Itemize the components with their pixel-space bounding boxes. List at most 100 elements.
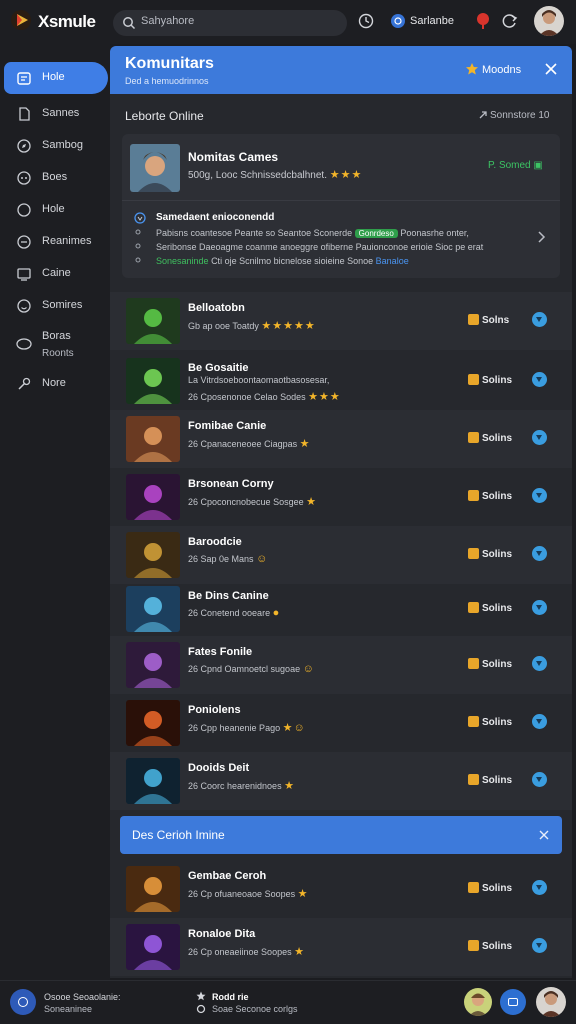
player-count-text: Solns bbox=[482, 315, 510, 326]
expand-icon[interactable] bbox=[532, 880, 547, 895]
game-row[interactable]: Fates Fonile 26 Cpnd Oamnoetcl sugoae ☺ So… bbox=[110, 636, 572, 694]
close-icon[interactable] bbox=[538, 829, 550, 841]
circle-small-icon bbox=[196, 1004, 206, 1014]
expand-icon[interactable] bbox=[532, 312, 547, 327]
expand-icon[interactable] bbox=[532, 372, 547, 387]
section-link[interactable]: Sonnstore 10 bbox=[490, 110, 550, 121]
game-subtitle-text: 26 Cpnd Oamnoetcl sugoae bbox=[188, 664, 301, 674]
chat-icon bbox=[17, 235, 31, 249]
expand-icon[interactable] bbox=[532, 714, 547, 729]
sidebar-item-label: Sannes bbox=[42, 107, 80, 119]
rating-stars: ★★★ bbox=[308, 391, 341, 403]
star-small-icon bbox=[196, 991, 206, 1001]
chat-button[interactable] bbox=[500, 989, 526, 1015]
sidebar-item-caine[interactable]: Caine bbox=[4, 258, 108, 290]
sidebar-item-reanimes[interactable]: Reanimes bbox=[4, 226, 108, 258]
game-row[interactable]: Be Gosaitie La Vitrdsoeboontaomaotbasoses… bbox=[110, 352, 572, 410]
bottom-status-label: Osooe Seoaolanie: bbox=[44, 992, 121, 1002]
rating-stars: ☺ bbox=[302, 663, 315, 675]
player-count: Solins bbox=[468, 940, 512, 952]
expand-icon[interactable] bbox=[532, 600, 547, 615]
game-thumbnail bbox=[126, 298, 180, 344]
home-icon bbox=[17, 72, 31, 85]
trophy-icon bbox=[468, 490, 479, 501]
expand-icon[interactable] bbox=[532, 656, 547, 671]
trophy-icon bbox=[468, 774, 479, 785]
sidebar-item-home[interactable]: Hole bbox=[4, 62, 108, 94]
sidebar-item-boes[interactable]: Boes bbox=[4, 162, 108, 194]
game-row[interactable]: Belloatobn Gb ap ooe Toatdy ★★★★★ Solns bbox=[110, 292, 572, 350]
ring-icon bbox=[16, 338, 32, 350]
featured-game-thumbnail bbox=[130, 144, 180, 192]
sidebar-item-label: Nore bbox=[42, 377, 66, 389]
close-icon[interactable] bbox=[544, 62, 558, 76]
divider bbox=[122, 200, 560, 201]
user-avatar[interactable] bbox=[534, 6, 564, 36]
game-row[interactable]: Dooids Deit 26 Coorc hearenidnoes ★ Solins bbox=[110, 752, 572, 810]
notice-line: Seribonse Daeoagme coanme anoeggre ofibe… bbox=[156, 242, 484, 252]
sidebar-item-sannes[interactable]: Sannes bbox=[4, 98, 108, 130]
player-count: Solns bbox=[468, 314, 509, 326]
trophy-icon bbox=[468, 432, 479, 443]
game-subtitle-text: La Vitrdsoeboontaomaotbasosesar, bbox=[188, 375, 330, 385]
game-title: Belloatobn bbox=[188, 302, 245, 314]
play-logo-icon[interactable] bbox=[10, 9, 32, 31]
game-subtitle: 26 Cpp heanenie Pago ★☺ bbox=[188, 721, 306, 734]
trophy-icon bbox=[468, 658, 479, 669]
game-subtitle-text: 26 Coorc hearenidnoes bbox=[188, 781, 282, 791]
info-banner[interactable]: Des Cerioh Imine bbox=[120, 816, 562, 854]
expand-icon[interactable] bbox=[532, 488, 547, 503]
history-icon[interactable] bbox=[356, 11, 376, 31]
trophy-icon bbox=[468, 548, 479, 559]
language-icon[interactable] bbox=[388, 11, 408, 31]
smile-icon bbox=[17, 299, 31, 313]
sidebar-item-hole[interactable]: Hole bbox=[4, 194, 108, 226]
search-input[interactable]: Sahyahore bbox=[141, 15, 194, 27]
game-row[interactable]: Brsonean Corny 26 Cpoconcnobecue Sosgee ★… bbox=[110, 468, 572, 526]
rating-stars: ★★★ bbox=[329, 169, 363, 181]
player-count-text: Solins bbox=[482, 941, 513, 952]
sidebar-item-sambog[interactable]: Sambog bbox=[4, 130, 108, 162]
sidebar-item-boras[interactable]: Boras Roonts bbox=[4, 324, 108, 364]
star-icon bbox=[466, 63, 478, 75]
rating-stars: ★ bbox=[294, 946, 305, 958]
sidebar-item-somires[interactable]: Somires bbox=[4, 290, 108, 322]
player-count-text: Solins bbox=[482, 491, 513, 502]
notification-pin-icon[interactable] bbox=[473, 11, 493, 31]
game-row[interactable]: Poniolens 26 Cpp heanenie Pago ★☺ Solins bbox=[110, 694, 572, 752]
user-avatar[interactable] bbox=[536, 987, 566, 1017]
player-count: Solins bbox=[468, 716, 512, 728]
game-row[interactable]: Ronaloe Dita 26 Cp oneaeiinoe Soopes ★ Sol… bbox=[110, 918, 572, 976]
player-count-text: Solins bbox=[482, 717, 513, 728]
expand-icon[interactable] bbox=[532, 938, 547, 953]
game-row[interactable]: Gembae Ceroh 26 Cp ofuaneoaoe Soopes ★ Sol… bbox=[110, 860, 572, 918]
friend-avatar[interactable] bbox=[464, 988, 492, 1016]
expand-icon[interactable] bbox=[532, 772, 547, 787]
game-row[interactable]: Fomibae Canie 26 Cpanaceneoee Ciagpas ★ So… bbox=[110, 410, 572, 468]
game-thumbnail bbox=[126, 358, 180, 404]
info-circle-icon bbox=[134, 212, 146, 224]
online-status: P. Somed ▣ bbox=[488, 160, 543, 171]
game-row[interactable]: Baroodcie 26 Sap 0e Mans ☺ Solins bbox=[110, 526, 572, 584]
refresh-icon[interactable] bbox=[500, 11, 520, 31]
search-bar[interactable]: Sahyahore bbox=[113, 10, 347, 36]
game-thumbnail bbox=[126, 474, 180, 520]
bottom-status-sub: Soneaninee bbox=[44, 1004, 93, 1014]
favorites-badge[interactable]: Moodns bbox=[482, 64, 521, 76]
game-subtitle: 26 Conetend ooeare ● bbox=[188, 607, 280, 619]
chevron-right-icon[interactable] bbox=[536, 230, 546, 244]
bottom-bar: Osooe Seoaolanie: Soneaninee Rodd rie So… bbox=[0, 980, 576, 1024]
game-row[interactable]: Be Dins Canine 26 Conetend ooeare ● Solins bbox=[110, 580, 572, 638]
game-title: Brsonean Corny bbox=[188, 478, 274, 490]
sidebar-item-label: Sambog bbox=[42, 139, 83, 151]
sidebar-item-label: Reanimes bbox=[42, 235, 92, 247]
sidebar-item-nore[interactable]: Nore bbox=[4, 368, 108, 400]
game-title: Dooids Deit bbox=[188, 762, 250, 774]
expand-icon[interactable] bbox=[532, 430, 547, 445]
community-panel: Komunitars Ded a hemuodrinnos Moodns Leb… bbox=[110, 46, 572, 978]
notice-link[interactable]: Banaloe bbox=[376, 256, 409, 266]
status-icon[interactable] bbox=[10, 989, 36, 1015]
expand-icon[interactable] bbox=[532, 546, 547, 561]
featured-game-card[interactable]: Nomitas Cames 500g, Looc Schnissedcbalhn… bbox=[122, 134, 560, 278]
language-label[interactable]: Sarlanbe bbox=[410, 15, 454, 27]
